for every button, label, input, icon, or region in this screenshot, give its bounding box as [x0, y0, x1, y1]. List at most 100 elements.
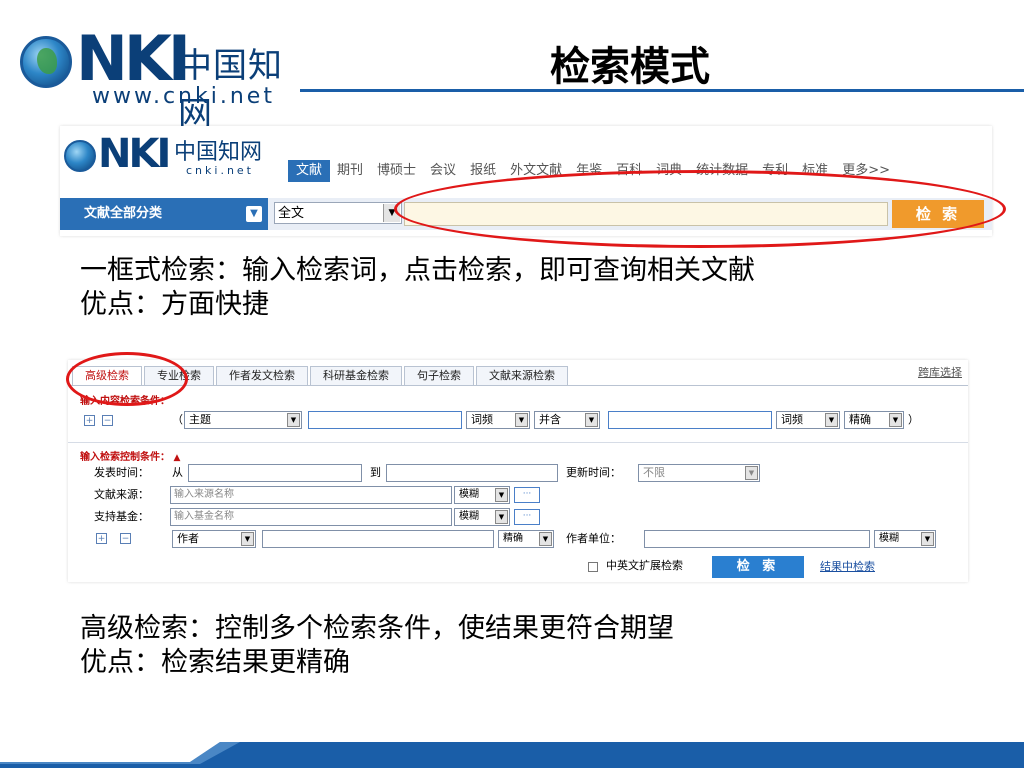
logo-brand: NKI: [76, 22, 191, 95]
caption-basic-line1: 一框式检索：输入检索词，点击检索，即可查询相关文献: [80, 255, 755, 286]
unit-match-select[interactable]: 模糊 ▼: [874, 530, 936, 548]
fund-match-value: 模糊: [459, 511, 479, 522]
slide-title: 检索模式: [550, 43, 710, 90]
publish-time-label: 发表时间：: [94, 466, 149, 479]
globe-icon: [20, 36, 72, 88]
author-unit-label: 作者单位：: [566, 532, 621, 545]
field-select[interactable]: 主题 ▼: [184, 411, 302, 429]
update-time-label: 更新时间：: [566, 466, 621, 479]
chevron-down-icon[interactable]: ▼: [287, 413, 300, 427]
caption-advanced-line2: 优点：检索结果更精确: [80, 647, 350, 678]
fund-match-select[interactable]: 模糊 ▼: [454, 508, 510, 526]
freq-select-2[interactable]: 词频 ▼: [776, 411, 840, 429]
category-button-label: 文献全部分类: [84, 206, 163, 221]
chevron-down-icon[interactable]: ▼: [495, 510, 508, 524]
chevron-down-icon[interactable]: ▼: [585, 413, 598, 427]
to-label: 到: [370, 466, 381, 479]
source-placeholder: 输入来源名称: [174, 489, 234, 500]
caption-basic-search: 一框式检索：输入检索词，点击检索，即可查询相关文献 优点：方面快捷: [80, 254, 755, 322]
field-select[interactable]: 全文 ▼: [274, 202, 402, 224]
match-select-value: 精确: [849, 413, 871, 426]
source-label: 文献来源：: [94, 488, 149, 501]
author-field-select[interactable]: 作者 ▼: [172, 530, 256, 548]
chevron-down-icon[interactable]: ▼: [246, 206, 262, 222]
source-input[interactable]: 输入来源名称: [170, 486, 452, 504]
publish-from-input[interactable]: [188, 464, 362, 482]
chevron-down-icon[interactable]: ▼: [539, 532, 552, 546]
globe-icon: [64, 140, 96, 172]
keyword-input-1[interactable]: [308, 411, 462, 429]
match-select[interactable]: 精确 ▼: [844, 411, 904, 429]
tab-qikan[interactable]: 期刊: [330, 160, 370, 182]
section-divider: [68, 442, 968, 443]
tabs-divider: [68, 385, 968, 386]
freq-select-2-value: 词频: [781, 413, 803, 426]
collapse-arrow-icon[interactable]: ▲: [173, 453, 180, 463]
chevron-down-icon[interactable]: ▼: [241, 532, 254, 546]
tab-fund[interactable]: 科研基金检索: [310, 366, 402, 386]
close-paren: ）: [908, 413, 919, 426]
publish-to-input[interactable]: [386, 464, 558, 482]
tab-author[interactable]: 作者发文检索: [216, 366, 308, 386]
tab-huiyi[interactable]: 会议: [423, 160, 463, 182]
chevron-down-icon[interactable]: ▼: [825, 413, 838, 427]
field-select-value: 全文: [278, 206, 305, 221]
logic-select-value: 并含: [539, 413, 561, 426]
caption-advanced-line1: 高级检索：控制多个检索条件，使结果更符合期望: [80, 613, 674, 644]
advanced-search-button[interactable]: 检 索: [712, 556, 804, 578]
tab-baozhi[interactable]: 报纸: [463, 160, 503, 182]
panel-logo: NKI 中国知网 cnki.net: [64, 130, 284, 182]
highlight-ellipse-advanced-tab: [66, 352, 188, 406]
caption-advanced-search: 高级检索：控制多个检索条件，使结果更符合期望 优点：检索结果更精确: [80, 612, 674, 680]
cross-db-select-link[interactable]: 跨库选择: [918, 364, 962, 380]
plus-icon[interactable]: +: [84, 415, 95, 426]
field-select-value: 主题: [189, 413, 211, 426]
tab-sentence[interactable]: 句子检索: [404, 366, 474, 386]
freq-select-1-value: 词频: [471, 413, 493, 426]
update-time-value: 不限: [643, 466, 665, 479]
extend-search-checkbox[interactable]: [588, 562, 598, 572]
chevron-down-icon[interactable]: ▼: [921, 532, 934, 546]
update-time-select[interactable]: 不限 ▼: [638, 464, 760, 482]
advanced-search-panel: 高级检索 专业检索 作者发文检索 科研基金检索 句子检索 文献来源检索 跨库选择…: [68, 360, 968, 582]
chevron-down-icon[interactable]: ▼: [495, 488, 508, 502]
minus-icon[interactable]: −: [120, 533, 131, 544]
chevron-down-icon[interactable]: ▼: [889, 413, 902, 427]
logo-url: www.cnki.net: [92, 84, 275, 109]
author-match-select[interactable]: 精确 ▼: [498, 530, 554, 548]
caption-basic-line2: 优点：方面快捷: [80, 289, 269, 320]
from-label: 从: [172, 466, 183, 479]
tab-wenxian[interactable]: 文献: [288, 160, 331, 182]
fund-more-button[interactable]: ···: [514, 509, 540, 525]
chevron-down-icon[interactable]: ▼: [745, 466, 758, 480]
logic-select[interactable]: 并含 ▼: [534, 411, 600, 429]
tab-source[interactable]: 文献来源检索: [476, 366, 568, 386]
control-section-label-text: 输入检索控制条件：: [80, 452, 170, 463]
highlight-ellipse-search-box: [394, 170, 1006, 248]
panel-logo-brand: NKI: [98, 131, 171, 177]
author-unit-input[interactable]: [644, 530, 870, 548]
plus-icon[interactable]: +: [96, 533, 107, 544]
panel-logo-url: cnki.net: [186, 164, 254, 177]
category-button[interactable]: 文献全部分类 ▼: [60, 198, 268, 230]
fund-placeholder: 输入基金名称: [174, 511, 234, 522]
author-input[interactable]: [262, 530, 494, 548]
keyword-input-2[interactable]: [608, 411, 772, 429]
open-paren: （: [172, 413, 183, 426]
tab-boshuoshi[interactable]: 博硕士: [370, 160, 423, 182]
source-more-button[interactable]: ···: [514, 487, 540, 503]
panel-logo-chinese-name: 中国知网: [174, 140, 263, 165]
fund-input[interactable]: 输入基金名称: [170, 508, 452, 526]
chevron-down-icon[interactable]: ▼: [515, 413, 528, 427]
source-match-value: 模糊: [459, 489, 479, 500]
search-within-results-link[interactable]: 结果中检索: [820, 558, 875, 574]
author-field-value: 作者: [177, 532, 199, 545]
minus-icon[interactable]: −: [102, 415, 113, 426]
control-section-label: 输入检索控制条件： ▲: [80, 448, 180, 463]
bottom-band: [0, 742, 1024, 768]
freq-select-1[interactable]: 词频 ▼: [466, 411, 530, 429]
extend-search-label: 中英文扩展检索: [606, 559, 683, 572]
cnki-logo: NKI 中国知网 www.cnki.net: [18, 22, 308, 135]
fund-label: 支持基金：: [94, 510, 149, 523]
source-match-select[interactable]: 模糊 ▼: [454, 486, 510, 504]
